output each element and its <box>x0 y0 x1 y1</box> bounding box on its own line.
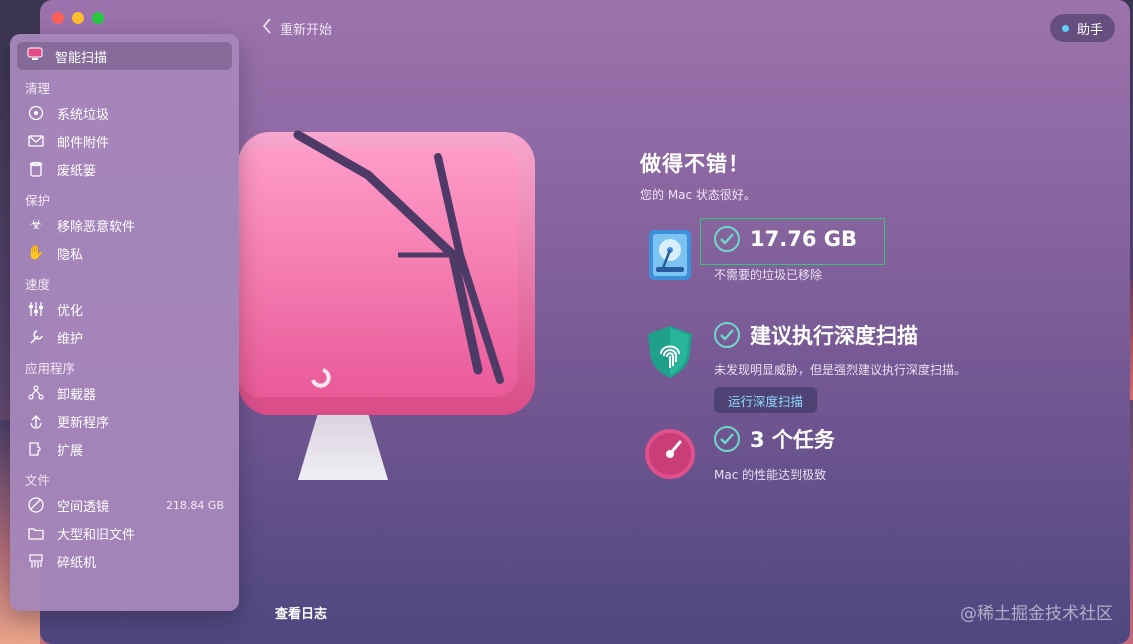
fingerprint-shield-icon <box>644 324 696 380</box>
close-window-button[interactable] <box>52 12 64 24</box>
speed-desc: Mac 的性能达到极致 <box>714 468 827 482</box>
trash-icon <box>27 160 45 178</box>
result-panel: 做得不错！ 您的 Mac 状态很好。 17.76 GB 不需要的垃圾已移除 建议… <box>640 148 1110 482</box>
run-deep-scan-button[interactable]: 运行深度扫描 <box>714 387 818 413</box>
sidebar-item-large-old-files[interactable]: 大型和旧文件 <box>17 519 232 547</box>
sidebar-item-label: 空间透镜 <box>57 499 110 515</box>
disk-icon <box>27 104 45 122</box>
sidebar-item-updater[interactable]: 更新程序 <box>17 407 232 435</box>
uninstaller-icon <box>27 384 45 402</box>
assistant-button[interactable]: 助手 <box>1049 14 1115 42</box>
section-title-protect: 保护 <box>25 193 51 208</box>
sidebar-item-malware-removal[interactable]: ☣ 移除恶意软件 <box>17 211 232 239</box>
cleanup-title: 17.76 GB <box>750 227 857 251</box>
sidebar-item-label: 卸载器 <box>57 387 97 403</box>
sidebar-item-shredder[interactable]: 碎纸机 <box>17 547 232 575</box>
result-subhead: 您的 Mac 状态很好。 <box>640 188 756 202</box>
mac-cleaner-illustration <box>238 95 558 495</box>
sidebar-item-extensions[interactable]: 扩展 <box>17 435 232 463</box>
sidebar-item-label: 隐私 <box>57 247 84 263</box>
result-headline: 做得不错！ <box>640 152 750 176</box>
sidebar-item-label: 智能扫描 <box>55 50 108 66</box>
speed-title: 3 个任务 <box>750 428 835 452</box>
sliders-icon <box>27 300 45 318</box>
minimize-window-button[interactable] <box>72 12 84 24</box>
sidebar-item-system-junk[interactable]: 系统垃圾 <box>17 99 232 127</box>
monitor-icon <box>27 47 43 65</box>
protection-title: 建议执行深度扫描 <box>750 324 918 348</box>
sidebar-item-label: 扩展 <box>57 443 84 459</box>
section-title-applications: 应用程序 <box>25 361 76 376</box>
speedometer-icon <box>644 428 696 484</box>
section-title-clean: 清理 <box>25 81 51 96</box>
sidebar-item-label: 维护 <box>57 331 84 347</box>
sidebar-item-label: 碎纸机 <box>57 555 97 571</box>
section-title-files: 文件 <box>25 473 51 488</box>
cleanup-desc: 不需要的垃圾已移除 <box>714 268 823 282</box>
check-circle-icon <box>714 226 740 252</box>
sidebar-item-privacy[interactable]: ✋ 隐私 <box>17 239 232 267</box>
sidebar-item-mail-attachments[interactable]: 邮件附件 <box>17 127 232 155</box>
update-icon <box>27 412 45 430</box>
check-circle-icon <box>714 322 740 348</box>
chevron-left-icon <box>262 18 272 38</box>
restart-label: 重新开始 <box>280 22 333 38</box>
sidebar: 智能扫描 清理 系统垃圾 邮件附件 废纸篓 保护 ☣ 移除恶意软件 ✋ 隐私 速… <box>10 34 239 611</box>
restart-button[interactable]: 重新开始 <box>262 18 332 38</box>
space-lens-size: 218.84 GB <box>165 498 224 512</box>
wrench-icon <box>27 328 45 346</box>
assistant-dot-icon <box>1061 24 1069 32</box>
sidebar-item-label: 邮件附件 <box>57 135 110 151</box>
biohazard-icon: ☣ <box>29 217 43 233</box>
lens-icon <box>27 496 45 514</box>
mail-icon <box>27 132 45 150</box>
hard-drive-icon <box>644 228 696 284</box>
view-log-button[interactable]: 查看日志 <box>275 603 327 622</box>
sidebar-item-space-lens[interactable]: 空间透镜 218.84 GB <box>17 491 232 519</box>
sidebar-item-uninstaller[interactable]: 卸载器 <box>17 379 232 407</box>
section-title-speed: 速度 <box>25 277 51 292</box>
sidebar-item-label: 系统垃圾 <box>57 107 110 123</box>
sidebar-item-label: 更新程序 <box>57 415 110 431</box>
protection-desc: 未发现明显威胁，但是强烈建议执行深度扫描。 <box>714 363 967 377</box>
watermark: @稀土掘金技术社区 <box>960 604 1113 624</box>
sidebar-item-optimization[interactable]: 优化 <box>17 295 232 323</box>
assistant-label: 助手 <box>1076 22 1103 38</box>
sidebar-item-label: 大型和旧文件 <box>57 527 136 543</box>
sidebar-item-label: 移除恶意软件 <box>57 219 136 235</box>
extension-icon <box>27 440 45 458</box>
check-circle-icon <box>714 426 740 452</box>
sidebar-item-smart-scan[interactable]: 智能扫描 <box>17 42 232 70</box>
zoom-window-button[interactable] <box>92 12 104 24</box>
folder-icon <box>27 524 45 542</box>
shredder-icon <box>27 552 45 570</box>
sidebar-item-label: 优化 <box>57 303 84 319</box>
hand-icon: ✋ <box>27 245 45 261</box>
sidebar-item-label: 废纸篓 <box>57 163 97 179</box>
sidebar-item-trash[interactable]: 废纸篓 <box>17 155 232 183</box>
sidebar-item-maintenance[interactable]: 维护 <box>17 323 232 351</box>
window-controls <box>52 12 104 24</box>
